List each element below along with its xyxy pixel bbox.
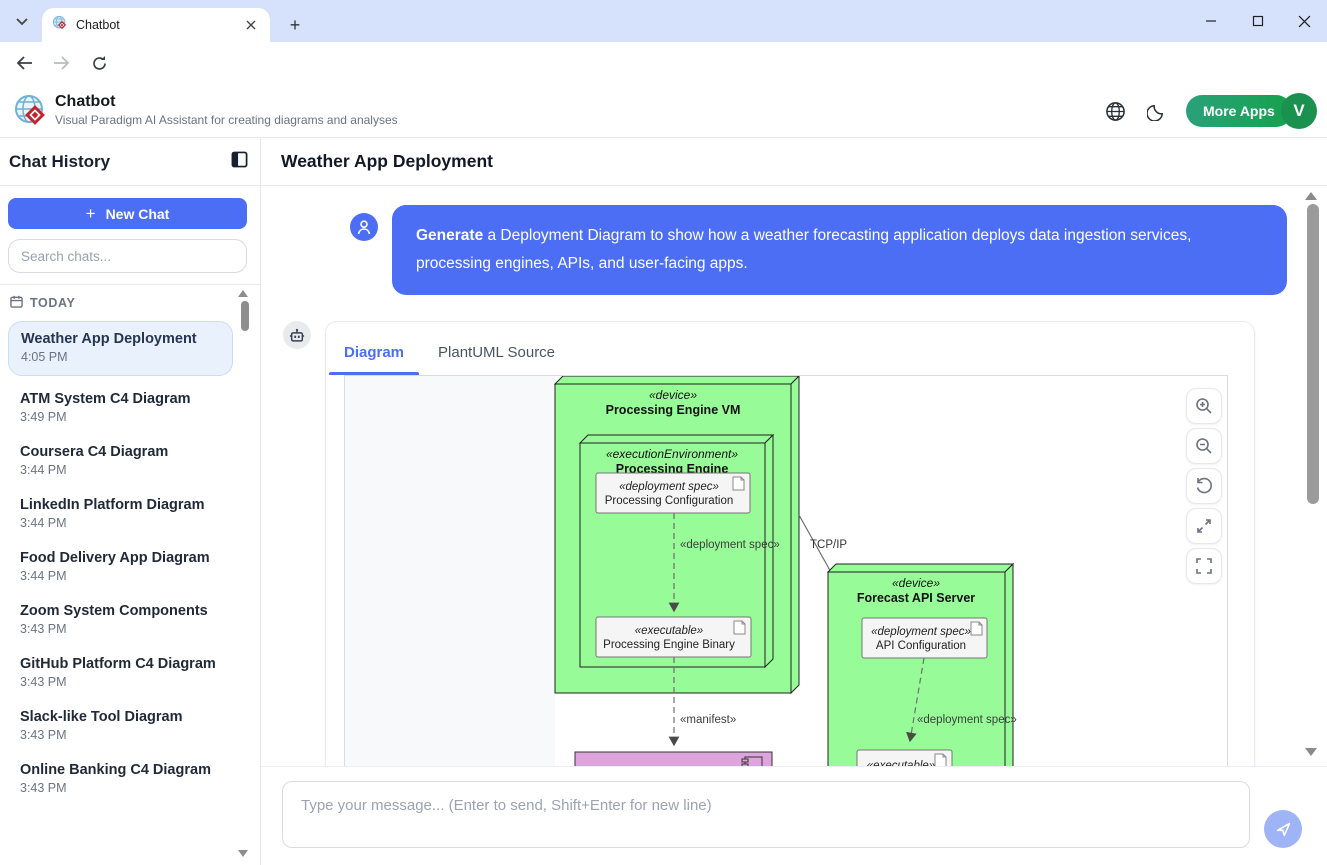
more-apps-button[interactable]: More Apps (1186, 95, 1292, 127)
svg-text:Processing Engine Binary: Processing Engine Binary (603, 639, 735, 651)
sidebar-title: Chat History (9, 152, 110, 172)
tab-title: Chatbot (76, 18, 234, 32)
zoom-out-button[interactable] (1186, 428, 1222, 464)
page-title: Weather App Deployment (281, 151, 493, 172)
diagram-card: Diagram PlantUML Source (325, 321, 1255, 766)
app-title: Chatbot (55, 93, 115, 111)
calendar-icon (10, 295, 23, 311)
back-icon[interactable] (12, 51, 36, 75)
tab-close-icon[interactable] (242, 16, 260, 34)
svg-text:«deployment spec»: «deployment spec» (871, 626, 971, 638)
message-text: a Deployment Diagram to show how a weath… (416, 227, 1191, 272)
window-close-button[interactable] (1281, 0, 1327, 42)
sidebar-scrollbar-thumb[interactable] (241, 301, 249, 331)
artifact-processing-configuration: «deployment spec» Processing Configurati… (596, 473, 750, 513)
svg-text:Processing Configuration: Processing Configuration (605, 495, 734, 507)
collapse-sidebar-icon[interactable] (231, 151, 248, 173)
search-input[interactable] (8, 239, 247, 273)
visual-paradigm-logo (13, 93, 49, 134)
chat-scroll-down-arrow[interactable] (1305, 748, 1317, 756)
tab-bar: Diagram PlantUML Source (326, 322, 1254, 375)
browser-tab[interactable]: Chatbot (42, 8, 270, 42)
edge-label-deployment-spec-2: «deployment spec» (917, 714, 1017, 726)
svg-text:«device»: «device» (892, 576, 940, 590)
app-header: Chatbot Visual Paradigm AI Assistant for… (0, 84, 1327, 138)
section-label: TODAY (30, 296, 75, 310)
language-globe-icon[interactable] (1102, 98, 1128, 124)
send-button[interactable] (1264, 810, 1302, 848)
window-maximize-button[interactable] (1235, 0, 1281, 42)
svg-text:Forecast API Server: Forecast API Server (857, 591, 975, 605)
chat-scroll-up-arrow[interactable] (1305, 192, 1317, 200)
browser-toolbar: ai-toolbox.visual-paradigm.com/app/chatb… (0, 42, 1327, 84)
artifact-processing-engine-binary: «executable» Processing Engine Binary (596, 617, 751, 657)
node-forecast-api-server: «device» Forecast API Server (828, 564, 1013, 766)
chat-list: TODAY Weather App Deployment 4:05 PM ATM… (0, 285, 260, 806)
svg-text:API Configuration: API Configuration (876, 640, 966, 652)
chat-item[interactable]: Food Delivery App Diagram 3:44 PM (8, 541, 252, 594)
chat-item[interactable]: Slack-like Tool Diagram 3:43 PM (8, 700, 252, 753)
favicon-visual-paradigm (52, 15, 68, 36)
composer-footer (261, 766, 1327, 865)
zoom-in-button[interactable] (1186, 388, 1222, 424)
dark-mode-moon-icon[interactable] (1143, 98, 1169, 124)
artifact-api-configuration: «deployment spec» API Configuration (862, 618, 987, 658)
component-weather-data-ingestion-service: Weather Data Ingestion Service (575, 752, 772, 766)
svg-text:«deployment spec»: «deployment spec» (619, 481, 719, 493)
tab-search-chevron-icon[interactable] (8, 9, 36, 35)
bot-message-row: Diagram PlantUML Source (283, 321, 1327, 766)
chat-item[interactable]: GitHub Platform C4 Diagram 3:43 PM (8, 647, 252, 700)
user-account-avatar[interactable]: V (1281, 93, 1317, 129)
chat-item[interactable]: Zoom System Components 3:43 PM (8, 594, 252, 647)
refresh-icon[interactable] (87, 51, 111, 75)
app-subtitle: Visual Paradigm AI Assistant for creatin… (55, 113, 398, 127)
artifact-forecast-api-binary: «executable» (857, 750, 952, 766)
chat-scrollbar-thumb[interactable] (1307, 204, 1319, 504)
user-message-row: Generate a Deployment Diagram to show ho… (350, 205, 1327, 295)
edge-label-tcpip: TCP/IP (810, 539, 847, 551)
chat-history-sidebar: Chat History + New Chat TODAY Weather Ap… (0, 138, 261, 865)
edge-label-deployment-spec-1: «deployment spec» (680, 539, 780, 551)
browser-titlebar: Chatbot + (0, 0, 1327, 42)
tab-plantuml-source[interactable]: PlantUML Source (438, 344, 555, 375)
plus-icon: + (86, 204, 96, 224)
fullscreen-button[interactable] (1186, 548, 1222, 584)
forward-icon[interactable] (50, 51, 74, 75)
reset-view-button[interactable] (1186, 468, 1222, 504)
chat-item[interactable]: ATM System C4 Diagram 3:49 PM (8, 382, 252, 435)
new-tab-button[interactable]: + (282, 12, 308, 38)
deployment-diagram: «device» Processing Engine VM «execution… (345, 376, 1228, 766)
sidebar-scroll-up-arrow[interactable] (238, 290, 248, 297)
chat-item-selected[interactable]: Weather App Deployment 4:05 PM (8, 321, 233, 376)
message-input[interactable] (282, 781, 1250, 848)
bot-robot-icon (283, 321, 311, 349)
sidebar-scroll-down-arrow[interactable] (238, 850, 248, 857)
new-chat-button[interactable]: + New Chat (8, 198, 247, 229)
svg-text:«executable»: «executable» (635, 625, 703, 637)
chat-item[interactable]: Coursera C4 Diagram 3:44 PM (8, 435, 252, 488)
chat-area: Generate a Deployment Diagram to show ho… (261, 186, 1327, 766)
user-message-bubble: Generate a Deployment Diagram to show ho… (392, 205, 1287, 295)
svg-text:Processing Engine VM: Processing Engine VM (606, 403, 741, 417)
tab-diagram[interactable]: Diagram (344, 344, 404, 375)
user-avatar-icon (350, 213, 378, 241)
chat-item[interactable]: Online Banking C4 Diagram 3:43 PM (8, 753, 252, 806)
message-bold-text: Generate (416, 227, 483, 244)
window-minimize-button[interactable] (1188, 0, 1234, 42)
diagram-canvas[interactable]: «device» Processing Engine VM «execution… (344, 375, 1228, 766)
edge-label-manifest: «manifest» (680, 714, 736, 726)
svg-text:«executionEnvironment»: «executionEnvironment» (606, 447, 738, 461)
svg-text:«device»: «device» (649, 388, 697, 402)
main-panel: Weather App Deployment Generate a Deploy… (261, 138, 1327, 865)
fit-to-screen-button[interactable] (1186, 508, 1222, 544)
chat-item[interactable]: LinkedIn Platform Diagram 3:44 PM (8, 488, 252, 541)
